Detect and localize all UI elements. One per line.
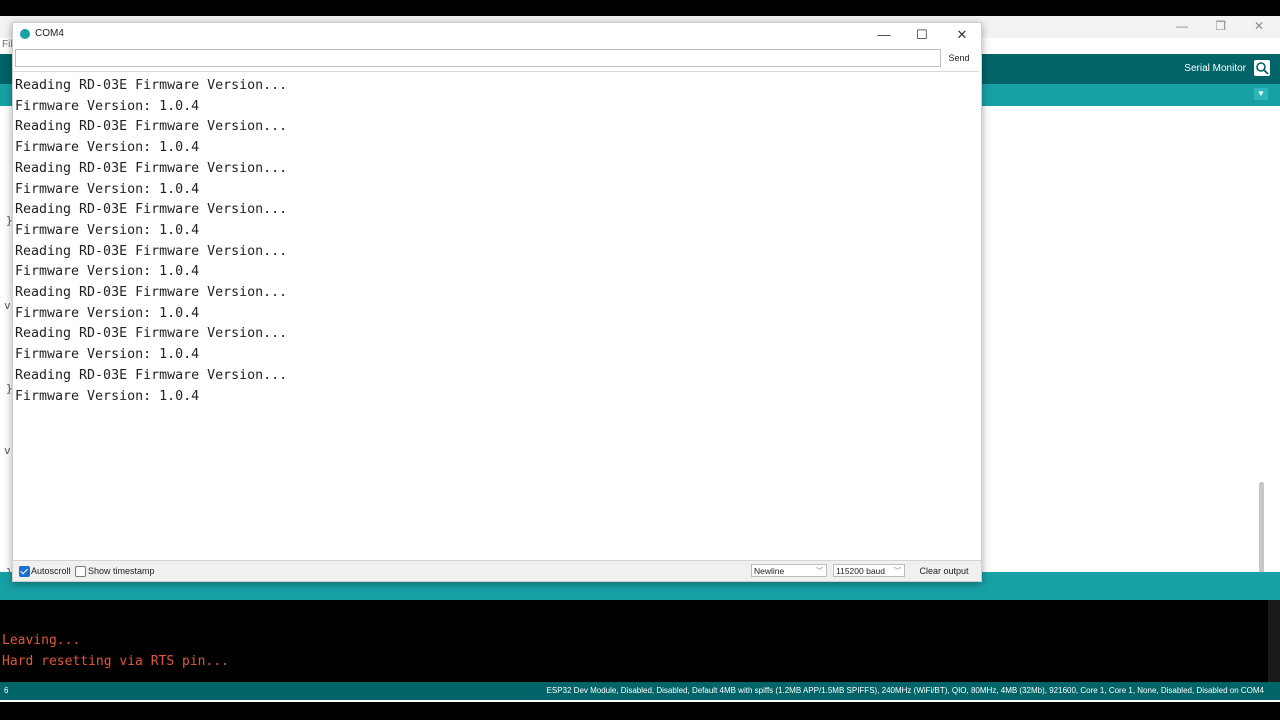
baud-rate-value: 115200 baud — [836, 566, 886, 576]
serial-output-line: Firmware Version: 1.0.4 — [15, 222, 200, 238]
gutter-mark: v — [4, 444, 11, 457]
close-button[interactable]: ✕ — [947, 25, 977, 45]
serial-window-titlebar[interactable]: COM4 — ☐ ✕ — [13, 23, 981, 47]
clear-output-button[interactable]: Clear output — [913, 564, 975, 577]
ide-restore-icon[interactable]: ❐ — [1215, 19, 1226, 33]
output-console: Leaving... Hard resetting via RTS pin... — [0, 600, 1268, 682]
ide-minimize-icon[interactable]: — — [1176, 19, 1188, 33]
serial-output-line: Firmware Version: 1.0.4 — [15, 388, 200, 404]
serial-output-line: Firmware Version: 1.0.4 — [15, 305, 200, 321]
autoscroll-checkbox[interactable] — [19, 566, 30, 577]
maximize-button[interactable]: ☐ — [907, 25, 937, 45]
serial-output-area[interactable]: Reading RD-03E Firmware Version... Firmwa… — [13, 71, 979, 560]
serial-output-line: Reading RD-03E Firmware Version... — [15, 243, 288, 259]
serial-output-line: Reading RD-03E Firmware Version... — [15, 202, 288, 218]
autoscroll-label[interactable]: Autoscroll — [31, 566, 71, 576]
status-line-number: 6 — [4, 686, 9, 695]
serial-monitor-button[interactable] — [1254, 60, 1270, 76]
gutter-mark: v — [4, 299, 11, 312]
serial-output-line: Firmware Version: 1.0.4 — [15, 98, 200, 114]
line-ending-select[interactable]: Newline ﹀ — [751, 564, 827, 577]
status-bar: 6 ESP32 Dev Module, Disabled, Disabled, … — [0, 682, 1280, 700]
status-board-info[interactable]: ESP32 Dev Module, Disabled, Disabled, De… — [547, 686, 1264, 695]
serial-input-row: Send — [13, 49, 981, 69]
chevron-down-icon: ﹀ — [816, 568, 823, 575]
output-line: Leaving... — [2, 633, 81, 648]
send-button[interactable]: Send — [941, 49, 977, 67]
ide-close-icon[interactable]: ✕ — [1254, 19, 1264, 33]
output-scrollbar[interactable] — [1268, 600, 1280, 682]
serial-monitor-icon — [1256, 62, 1269, 75]
chevron-down-icon: ﹀ — [894, 568, 901, 575]
serial-output-line: Reading RD-03E Firmware Version... — [15, 285, 288, 300]
serial-output-line: Reading RD-03E Firmware Version... — [15, 367, 288, 383]
show-timestamp-checkbox[interactable] — [75, 566, 86, 577]
serial-output-line: Reading RD-03E Firmware Version... — [15, 326, 288, 342]
serial-monitor-window: COM4 — ☐ ✕ Send Reading RD-03E Firmware … — [12, 22, 982, 582]
show-timestamp-label[interactable]: Show timestamp — [88, 566, 155, 576]
tab-dropdown-icon[interactable]: ▼ — [1254, 88, 1268, 100]
arduino-app-icon — [20, 29, 30, 39]
baud-rate-select[interactable]: 115200 baud ﹀ — [833, 564, 905, 577]
minimize-button[interactable]: — — [869, 25, 899, 45]
serial-monitor-label: Serial Monitor — [1184, 63, 1246, 74]
menu-file[interactable]: Fil — [2, 39, 13, 50]
serial-output-line: Reading RD-03E Firmware Version... — [15, 78, 288, 93]
serial-output-line: Reading RD-03E Firmware Version... — [15, 160, 288, 176]
serial-bottom-bar: Autoscroll Show timestamp Newline ﹀ 1152… — [13, 560, 981, 581]
serial-output-line: Firmware Version: 1.0.4 — [15, 347, 200, 363]
serial-output-line: Firmware Version: 1.0.4 — [15, 181, 200, 197]
line-ending-value: Newline — [754, 566, 785, 576]
serial-window-title: COM4 — [35, 28, 64, 39]
serial-send-input[interactable] — [15, 49, 941, 67]
serial-output-line: Firmware Version: 1.0.4 — [15, 140, 200, 156]
serial-output-line: Reading RD-03E Firmware Version... — [15, 119, 288, 135]
output-line: Hard resetting via RTS pin... — [2, 654, 229, 669]
serial-output-line: Firmware Version: 1.0.4 — [15, 264, 200, 280]
